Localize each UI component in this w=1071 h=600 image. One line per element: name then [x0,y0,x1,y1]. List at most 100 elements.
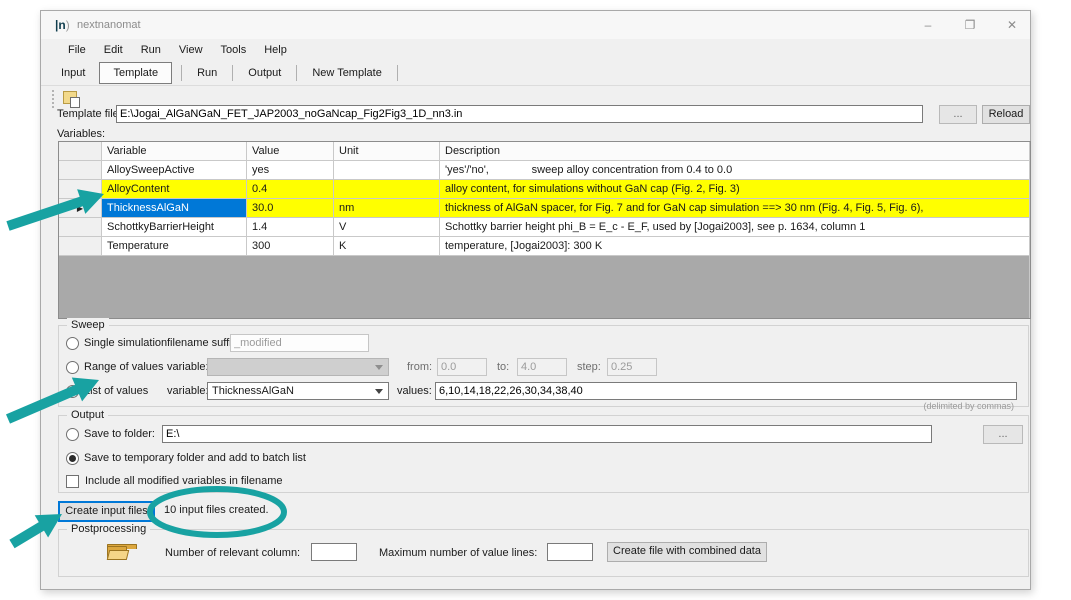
save-to-folder-radio[interactable] [66,428,79,441]
minimize-icon[interactable]: – [920,18,936,32]
to-input[interactable] [517,358,567,376]
maximize-icon[interactable]: ❐ [962,18,978,32]
title-bar: |n) nextnanomat – ❐ ✕ [41,11,1030,39]
cell-value[interactable]: 30.0 [247,199,334,218]
cell-variable[interactable]: SchottkyBarrierHeight [102,218,247,237]
postprocessing-legend: Postprocessing [67,522,150,536]
current-row-arrow-icon: ▶ [77,204,83,213]
screenshot-page: |n) nextnanomat – ❐ ✕ FileEditRunViewToo… [0,0,1071,600]
cell-variable[interactable]: ThicknessAlGaN [102,199,247,218]
window-title: nextnanomat [77,19,141,31]
cell-variable[interactable]: AlloySweepActive [102,161,247,180]
values-input[interactable] [435,382,1017,400]
folder-icon[interactable] [107,544,127,559]
include-vars-checkbox[interactable] [66,475,79,488]
menu-file[interactable]: File [59,39,95,61]
value-lines-input[interactable] [547,543,593,561]
app-window: |n) nextnanomat – ❐ ✕ FileEditRunViewToo… [40,10,1031,590]
menu-run[interactable]: Run [132,39,170,61]
cell-description[interactable]: thickness of AlGaN spacer, for Fig. 7 an… [440,199,1030,218]
list-of-values-radio[interactable] [66,385,79,398]
create-status-text: 10 input files created. [164,500,269,521]
chevron-down-icon [375,365,383,370]
save-temp-radio[interactable] [66,452,79,465]
cell-description[interactable]: Schottky barrier height phi_B = E_c - E_… [440,218,1030,237]
filename-suffix-input[interactable] [230,334,369,352]
tab-separator [232,65,233,81]
list-variable-dropdown[interactable]: ThicknessAlGaN [207,382,389,400]
tab-separator [296,65,297,81]
tab-run[interactable]: Run [187,63,227,83]
tab-input[interactable]: Input [51,63,95,83]
tab-output[interactable]: Output [238,63,291,83]
template-file-input[interactable] [116,105,923,123]
output-browse-button[interactable]: ... [983,425,1023,444]
range-of-values-radio[interactable] [66,361,79,374]
tab-separator [397,65,398,81]
sweep-legend: Sweep [67,318,109,332]
to-label: to: [497,358,509,376]
save-temp-label: Save to temporary folder and add to batc… [84,449,306,467]
cell-variable[interactable]: Temperature [102,237,247,256]
save-folder-input[interactable] [162,425,932,443]
row-selector-header[interactable] [59,142,102,161]
create-combined-file-button[interactable]: Create file with combined data [607,542,767,562]
tab-new-template[interactable]: New Template [302,63,392,83]
menu-help[interactable]: Help [255,39,296,61]
cell-value[interactable]: 1.4 [247,218,334,237]
relevant-column-input[interactable] [311,543,357,561]
cell-value[interactable]: 0.4 [247,180,334,199]
cell-unit[interactable] [334,161,440,180]
step-input[interactable] [607,358,657,376]
table-empty-area [59,256,1030,318]
menu-edit[interactable]: Edit [95,39,132,61]
row-selector[interactable]: ▶ [59,199,102,218]
range-variable-label: variable: [167,358,209,376]
cell-variable[interactable]: AlloyContent [102,180,247,199]
sweep-group: Sweep Single simulation filename suffix:… [58,325,1029,407]
single-simulation-label: Single simulation [84,334,167,352]
column-header-value[interactable]: Value [247,142,334,161]
output-group: Output Save to folder: ... Save to tempo… [58,415,1029,493]
step-label: step: [577,358,601,376]
close-icon[interactable]: ✕ [1004,18,1020,32]
chevron-down-icon [375,389,383,394]
create-input-files-button[interactable]: Create input files [58,501,155,522]
row-selector[interactable] [59,161,102,180]
save-to-folder-label: Save to folder: [84,425,155,443]
cell-description[interactable]: alloy content, for simulations without G… [440,180,1030,199]
column-header-unit[interactable]: Unit [334,142,440,161]
menu-tools[interactable]: Tools [212,39,256,61]
tab-template[interactable]: Template [99,62,172,84]
cell-description[interactable]: 'yes'/'no', sweep alloy concentration fr… [440,161,1030,180]
cell-description[interactable]: temperature, [Jogai2003]: 300 K [440,237,1030,256]
cell-value[interactable]: 300 [247,237,334,256]
cell-unit[interactable]: V [334,218,440,237]
tab-separator [181,65,182,81]
column-header-variable[interactable]: Variable [102,142,247,161]
template-file-label: Template file: [57,105,122,123]
variables-table: VariableValueUnitDescription AlloySweepAc… [58,141,1031,319]
list-of-values-label: List of values [84,382,148,400]
row-selector[interactable] [59,218,102,237]
single-simulation-radio[interactable] [66,337,79,350]
cell-unit[interactable] [334,180,440,199]
reload-button[interactable]: Reload [982,105,1030,124]
values-label: values: [397,382,432,400]
app-logo-icon: |n) [55,18,70,32]
template-browse-button[interactable]: ... [939,105,977,124]
cell-unit[interactable]: K [334,237,440,256]
relevant-column-label: Number of relevant column: [165,544,300,562]
cell-value[interactable]: yes [247,161,334,180]
tab-strip: InputTemplate Run Output New Template [41,61,1030,85]
column-header-description[interactable]: Description [440,142,1030,161]
range-of-values-label: Range of values [84,358,164,376]
row-selector[interactable] [59,180,102,199]
list-variable-label: variable: [167,382,209,400]
from-input[interactable] [437,358,487,376]
range-variable-dropdown[interactable] [207,358,389,376]
menu-view[interactable]: View [170,39,212,61]
menu-bar: FileEditRunViewToolsHelp [41,39,1030,61]
row-selector[interactable] [59,237,102,256]
cell-unit[interactable]: nm [334,199,440,218]
